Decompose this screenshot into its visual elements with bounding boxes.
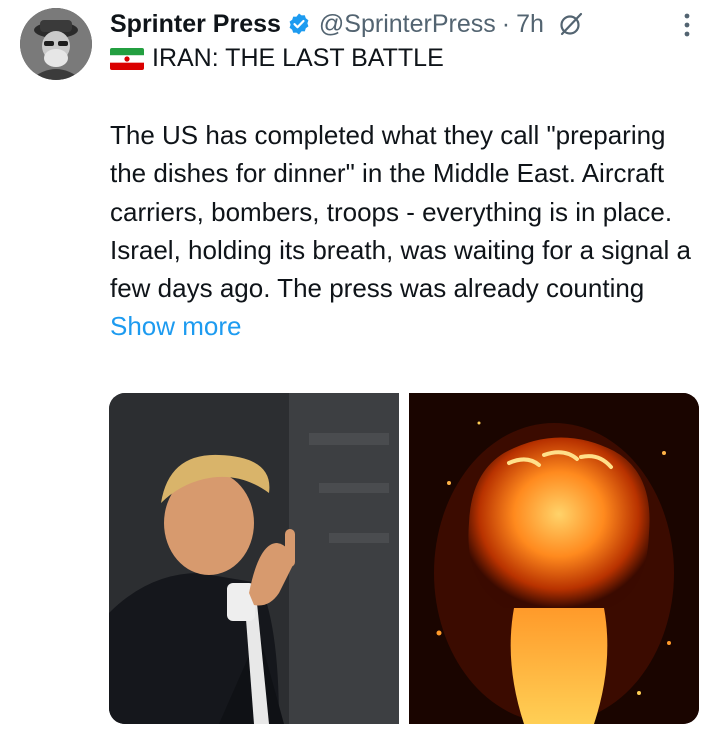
media-photo-right[interactable] — [409, 393, 699, 724]
media-grid — [109, 393, 699, 724]
time-separator: · — [501, 9, 511, 38]
more-options-icon[interactable] — [684, 12, 690, 38]
headline-text: IRAN: THE LAST BATTLE — [152, 44, 444, 72]
media-photo-left[interactable] — [109, 393, 399, 724]
tweet-headline: IRAN: THE LAST BATTLE — [110, 44, 444, 73]
person-gesture-photo — [109, 393, 399, 724]
grok-icon[interactable] — [558, 11, 584, 37]
tweet-body-text: The US has completed what they call "pre… — [110, 120, 691, 304]
tweet-body: The US has completed what they call "pre… — [110, 116, 708, 346]
author-display-name[interactable]: Sprinter Press — [110, 10, 281, 39]
fiery-fist-photo — [409, 393, 699, 724]
verified-badge-icon[interactable] — [287, 12, 311, 36]
author-handle[interactable]: @SprinterPress — [319, 10, 496, 39]
tweet-card[interactable]: Sprinter Press @SprinterPress · 7h IRAN:… — [0, 0, 720, 740]
author-avatar[interactable] — [20, 8, 92, 80]
show-more-link[interactable]: Show more — [110, 311, 242, 341]
iran-flag-icon — [110, 47, 144, 70]
tweet-timestamp[interactable]: 7h — [516, 10, 544, 39]
tweet-header: Sprinter Press @SprinterPress · 7h — [110, 6, 700, 42]
